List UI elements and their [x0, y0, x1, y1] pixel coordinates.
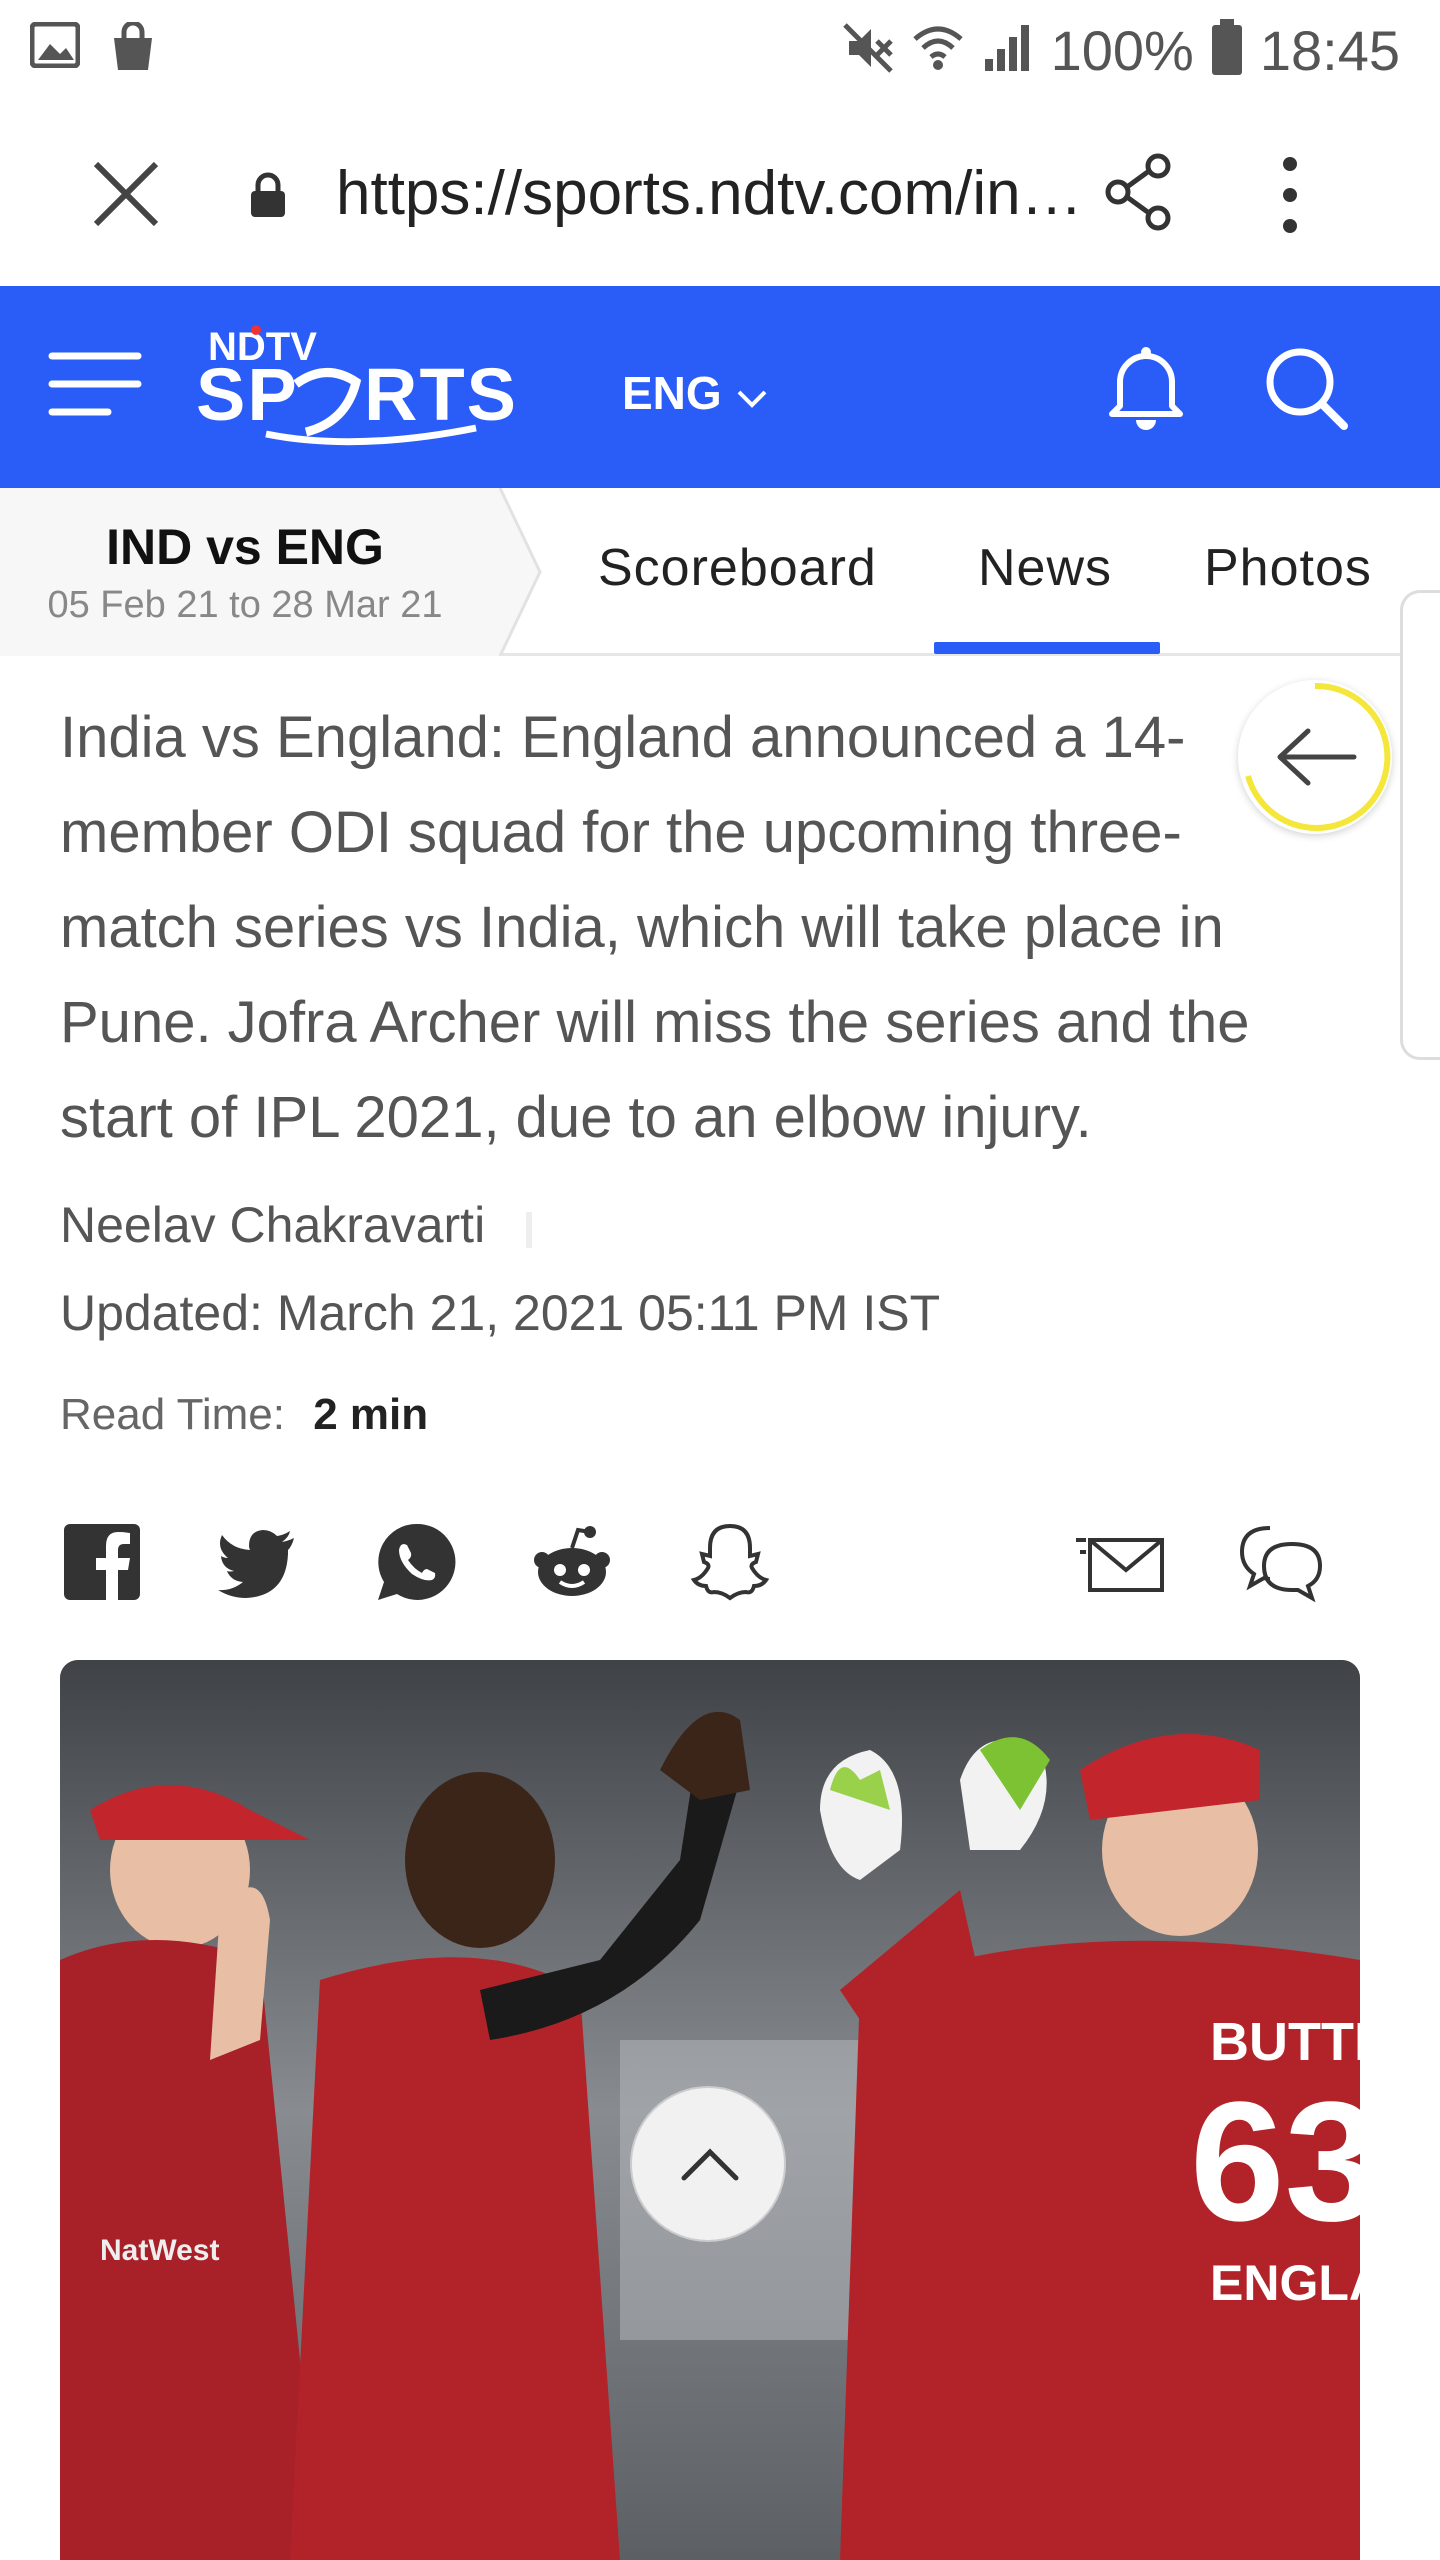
close-icon[interactable] — [86, 154, 166, 234]
menu-icon[interactable] — [48, 344, 142, 424]
search-icon[interactable] — [1260, 342, 1350, 432]
svg-text:SP: SP — [196, 353, 299, 436]
battery-icon — [1210, 18, 1244, 82]
active-tab-indicator — [934, 642, 1160, 654]
svg-text:RTS: RTS — [364, 353, 518, 436]
facebook-icon[interactable] — [60, 1520, 144, 1604]
wifi-icon — [911, 21, 965, 80]
back-arrow-icon — [1245, 682, 1391, 831]
shopping-bag-icon — [108, 20, 158, 77]
whatsapp-icon[interactable] — [374, 1520, 458, 1604]
scroll-to-top-button[interactable] — [630, 2086, 786, 2242]
snapchat-icon[interactable] — [688, 1520, 772, 1604]
email-icon[interactable] — [1076, 1520, 1168, 1604]
jersey-name: BUTTLER — [1210, 2012, 1360, 2072]
share-row — [0, 1520, 1440, 1650]
jersey-number: 63 — [1190, 2067, 1360, 2257]
series-selector[interactable]: IND vs ENG 05 Feb 21 to 28 Mar 21 — [0, 488, 500, 656]
back-button[interactable] — [1238, 680, 1392, 834]
edge-panel-handle[interactable] — [1400, 590, 1440, 1060]
more-options-icon[interactable] — [1270, 150, 1310, 240]
gallery-icon — [29, 21, 81, 77]
tab-news[interactable]: News — [978, 538, 1112, 598]
signal-icon — [981, 21, 1035, 80]
share-icon[interactable] — [1100, 152, 1180, 232]
browser-url-bar: https://sports.ndtv.com/in… — [0, 100, 1440, 286]
comments-icon[interactable] — [1236, 1520, 1326, 1604]
lock-icon — [248, 172, 288, 218]
updated-timestamp: Updated: March 21, 2021 05:11 PM IST — [60, 1285, 941, 1341]
author-name[interactable]: Neelav Chakravarti — [60, 1196, 485, 1254]
language-selector[interactable]: ENG — [622, 366, 768, 420]
mute-icon — [841, 21, 895, 80]
article-summary: India vs England: England announced a 14… — [60, 705, 1250, 1150]
series-tab-bar: IND vs ENG 05 Feb 21 to 28 Mar 21 Scoreb… — [0, 487, 1440, 657]
status-notifications — [29, 20, 158, 77]
jersey-sponsor: NatWest — [100, 2234, 219, 2267]
twitter-icon[interactable] — [216, 1520, 300, 1604]
clock: 18:45 — [1259, 18, 1400, 82]
tab-scoreboard[interactable]: Scoreboard — [598, 538, 877, 598]
tab-photos[interactable]: Photos — [1204, 538, 1372, 598]
series-divider-chevron — [490, 487, 550, 657]
chevron-down-icon — [736, 366, 768, 420]
url-text[interactable]: https://sports.ndtv.com/in… — [336, 158, 1086, 229]
read-time-label: Read Time: — [60, 1390, 285, 1439]
chevron-up-icon — [681, 2148, 739, 2181]
jersey-team: ENGLAND — [1210, 2255, 1360, 2311]
reddit-icon[interactable] — [530, 1520, 614, 1604]
language-label: ENG — [622, 367, 722, 419]
series-dates: 05 Feb 21 to 28 Mar 21 — [47, 584, 443, 626]
ndtv-sports-logo[interactable]: NDTV SP RTS — [196, 322, 616, 452]
notification-bell-icon[interactable] — [1106, 344, 1186, 430]
status-system: 100% 18:45 — [841, 14, 1400, 86]
site-header: NDTV SP RTS ENG — [0, 286, 1440, 488]
status-bar: 100% 18:45 — [0, 0, 1440, 100]
read-time-value: 2 min — [313, 1390, 429, 1439]
author-divider — [526, 1212, 532, 1248]
read-time: Read Time: 2 min — [60, 1390, 428, 1440]
series-title: IND vs ENG — [106, 519, 384, 575]
battery-percent: 100% — [1050, 18, 1194, 82]
